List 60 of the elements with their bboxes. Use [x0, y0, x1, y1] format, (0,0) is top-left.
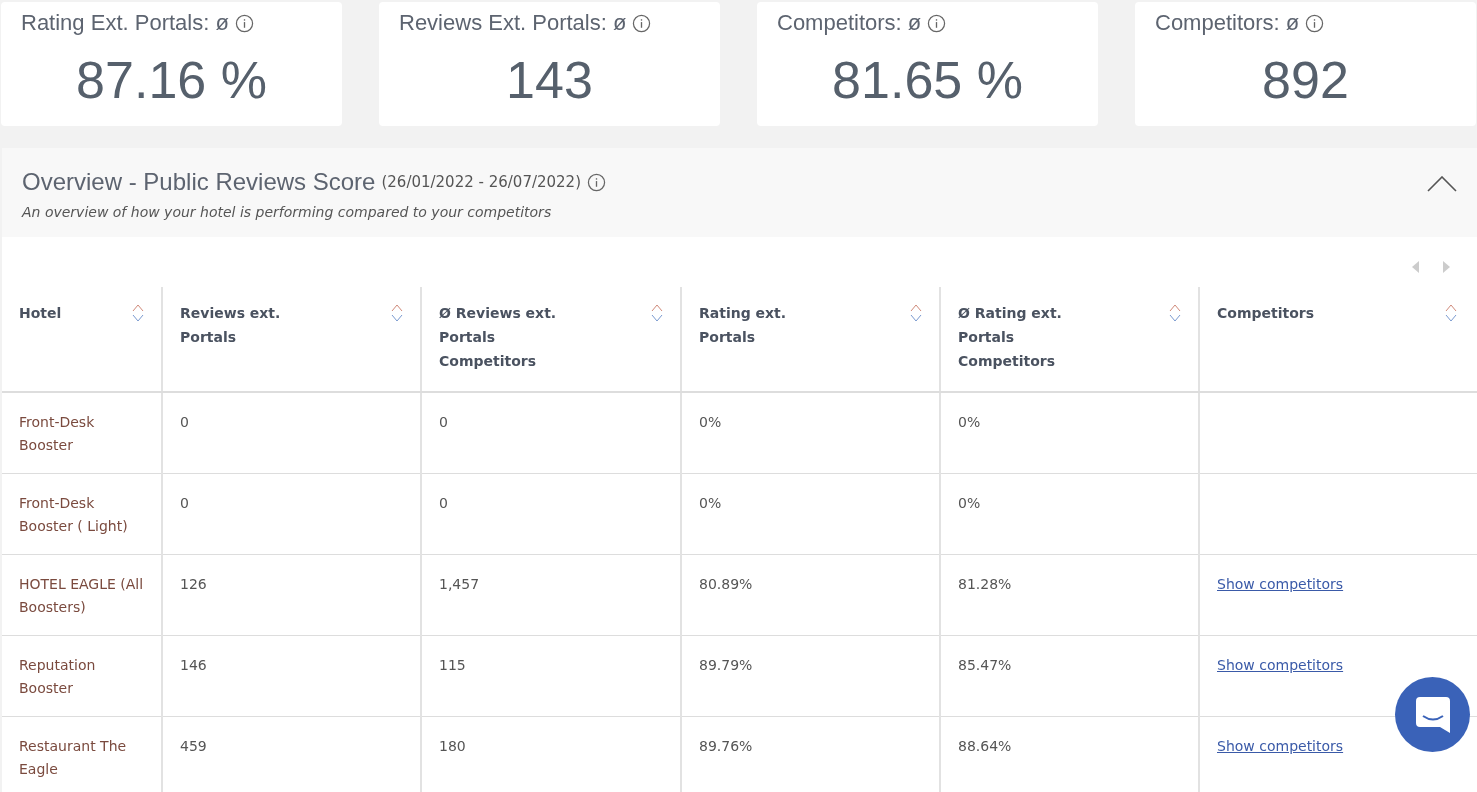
date-range: (26/01/2022 - 26/07/2022): [381, 173, 581, 191]
scroll-right-icon[interactable]: [1442, 261, 1450, 273]
info-icon[interactable]: [587, 172, 606, 192]
kpi-label: Competitors: ø: [777, 10, 922, 36]
column-header[interactable]: Hotel: [2, 287, 161, 391]
chat-icon: [1415, 696, 1450, 733]
sort-icon[interactable]: [391, 303, 403, 323]
table-cell: 0%: [699, 414, 722, 430]
table-cell: 88.64%: [958, 738, 1012, 754]
column-header[interactable]: Competitors: [1198, 287, 1474, 391]
info-icon[interactable]: [927, 13, 947, 33]
kpi-value: 892: [1261, 50, 1350, 110]
hotel-name: Front-Desk Booster: [19, 414, 95, 453]
table-cell: 146: [180, 657, 207, 673]
kpi-value: 143: [505, 50, 594, 110]
info-icon[interactable]: [234, 13, 254, 33]
kpi-value: 87.16 %: [75, 50, 268, 110]
kpi-label: Competitors: ø: [1155, 10, 1300, 36]
panel-title: Overview - Public Reviews Score: [22, 168, 376, 196]
kpi-value: 81.65 %: [831, 50, 1024, 110]
hotel-name: HOTEL EAGLE (All Boosters): [19, 576, 144, 615]
column-header[interactable]: Ø Rating ext. Portals Competitors: [939, 287, 1198, 391]
table-cell: 80.89%: [699, 576, 753, 592]
hotel-name: Reputation Booster: [19, 657, 96, 696]
sort-icon[interactable]: [1445, 303, 1457, 323]
info-icon[interactable]: [1305, 13, 1325, 33]
sort-icon[interactable]: [651, 303, 663, 323]
show-competitors-link[interactable]: Show competitors: [1217, 738, 1344, 754]
sort-icon[interactable]: [132, 303, 144, 323]
show-competitors-link[interactable]: Show competitors: [1217, 657, 1344, 673]
table-cell: 0: [439, 414, 448, 430]
table-cell: 85.47%: [958, 657, 1012, 673]
table-cell: 0%: [958, 495, 981, 511]
table-cell: 89.79%: [699, 657, 753, 673]
column-header[interactable]: Rating ext. Portals: [680, 287, 939, 391]
hotel-name: Front-Desk Booster ( Light): [19, 495, 128, 534]
table-cell: 0%: [699, 495, 722, 511]
collapse-chevron-icon[interactable]: [1427, 176, 1457, 192]
column-header[interactable]: Reviews ext. Portals: [161, 287, 420, 391]
table-cell: 0%: [958, 414, 981, 430]
table-cell: 0: [439, 495, 448, 511]
table-cell: 89.76%: [699, 738, 753, 754]
column-header[interactable]: Ø Reviews ext. Portals Competitors: [420, 287, 680, 391]
table-cell: 81.28%: [958, 576, 1012, 592]
kpi-label: Rating Ext. Portals: ø: [21, 10, 229, 36]
info-icon[interactable]: [632, 13, 652, 33]
sort-icon[interactable]: [910, 303, 922, 323]
table-cell: 115: [439, 657, 466, 673]
table-cell: 0: [180, 495, 189, 511]
panel-subtitle: An overview of how your hotel is performing compared to your competitors: [22, 204, 553, 220]
table-cell: 1,457: [439, 576, 480, 592]
table-cell: 0: [180, 414, 189, 430]
table-cell: 459: [180, 738, 207, 754]
show-competitors-link[interactable]: Show competitors: [1217, 576, 1344, 592]
kpi-label: Reviews Ext. Portals: ø: [399, 10, 627, 36]
sort-icon[interactable]: [1169, 303, 1181, 323]
hotel-name: Restaurant The Eagle: [19, 738, 127, 777]
table-cell: 180: [439, 738, 466, 754]
scroll-left-icon[interactable]: [1412, 261, 1420, 273]
table-cell: 126: [180, 576, 207, 592]
